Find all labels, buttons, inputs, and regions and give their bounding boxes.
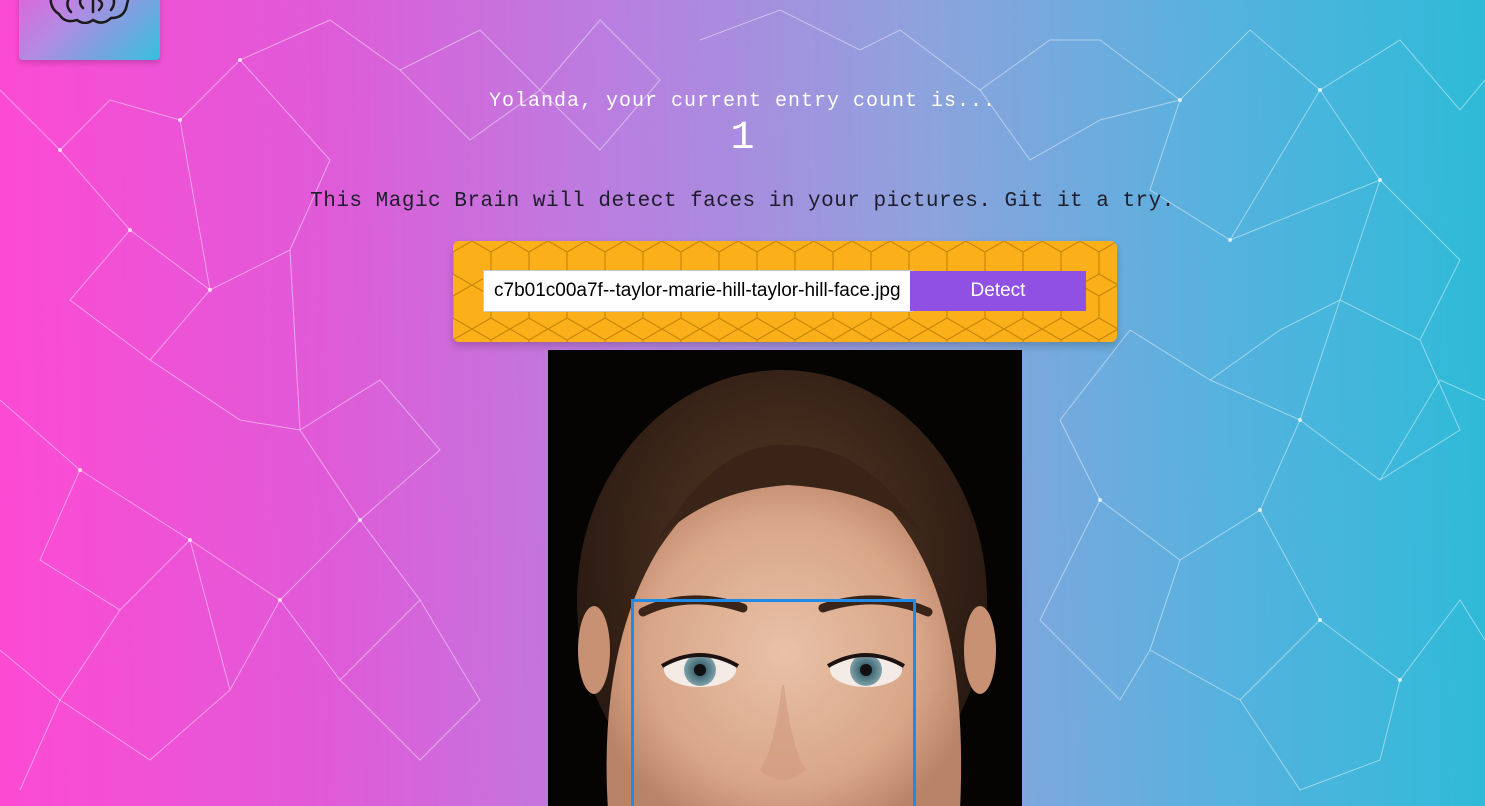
detect-button[interactable]: Detect — [910, 271, 1086, 311]
face-image — [548, 350, 1022, 806]
entry-count-value: 1 — [730, 116, 755, 161]
intro-text: This Magic Brain will detect faces in yo… — [310, 190, 1175, 213]
image-url-input[interactable] — [483, 270, 913, 312]
image-link-form: Detect — [453, 241, 1117, 342]
entry-count-greeting: Yolanda, your current entry count is... — [488, 90, 997, 113]
face-bounding-box — [631, 599, 916, 806]
logo-tile[interactable] — [19, 0, 160, 60]
brain-icon — [49, 0, 130, 24]
